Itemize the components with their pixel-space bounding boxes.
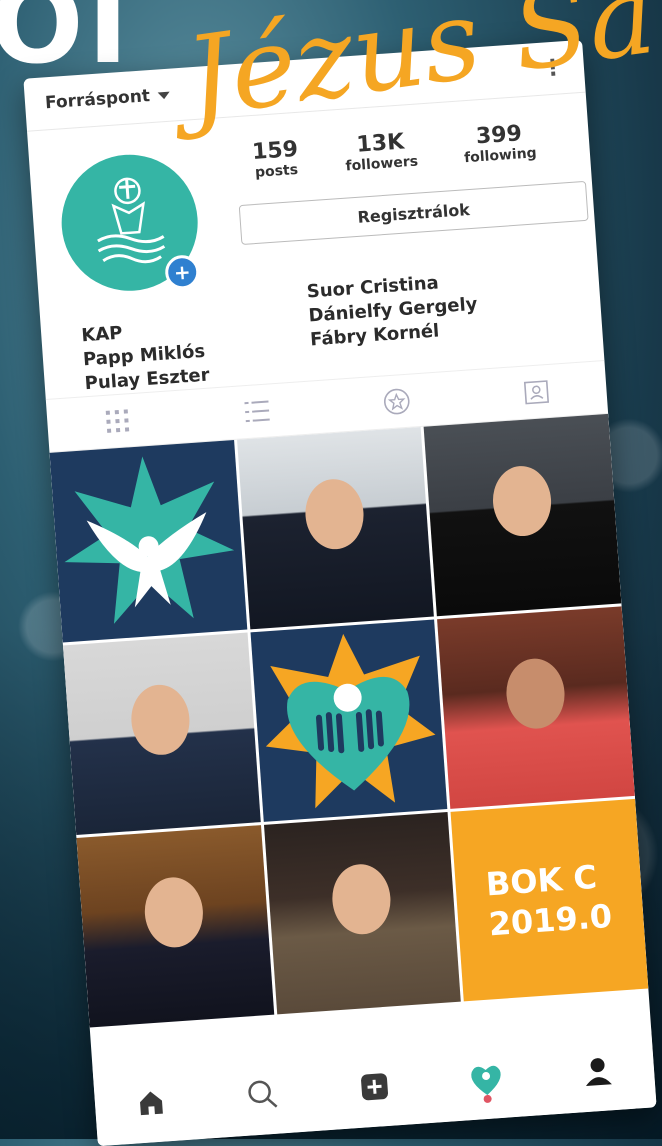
- post-photo-woman[interactable]: [437, 606, 634, 808]
- post-photo-young-man[interactable]: [264, 812, 461, 1014]
- heart-hands-icon: [250, 619, 447, 821]
- post-grid: BOK C 2019.0: [50, 414, 649, 1028]
- grid-icon[interactable]: [101, 405, 133, 437]
- person-face: [490, 464, 553, 538]
- active-indicator-dot: [483, 1095, 492, 1104]
- bio-names-right: Suor Cristina Dánielfy Gergely Fábry Kor…: [306, 269, 480, 353]
- profile-icon[interactable]: [577, 1050, 620, 1093]
- person-face: [143, 875, 206, 949]
- post-dove-image[interactable]: [50, 440, 247, 642]
- home-icon[interactable]: [130, 1081, 173, 1124]
- star-icon[interactable]: [381, 386, 413, 418]
- add-icon[interactable]: [353, 1065, 396, 1108]
- dove-icon: [50, 440, 247, 642]
- stat-posts[interactable]: 159 posts: [251, 137, 300, 181]
- post-photo-clergy[interactable]: [76, 825, 273, 1027]
- post-photo-man[interactable]: [63, 633, 260, 835]
- heart-logo-icon[interactable]: [465, 1058, 508, 1101]
- account-name: Forráspont: [44, 86, 150, 113]
- stat-following[interactable]: 399 following: [462, 120, 537, 166]
- post-promo-tile[interactable]: BOK C 2019.0: [451, 799, 648, 1001]
- person-face: [129, 682, 192, 756]
- post-photo-priest[interactable]: [424, 414, 621, 616]
- post-heart-image[interactable]: [250, 619, 447, 821]
- post-photo-nun[interactable]: [237, 427, 434, 629]
- tagged-icon[interactable]: [520, 376, 552, 408]
- add-story-icon[interactable]: +: [164, 254, 200, 290]
- kap-logo-icon: [81, 170, 178, 276]
- stat-posts-label: posts: [253, 162, 300, 181]
- stat-followers[interactable]: 13K followers: [343, 129, 418, 175]
- list-icon[interactable]: [241, 395, 273, 427]
- stat-posts-value: 159: [251, 137, 299, 165]
- account-switcher[interactable]: Forráspont: [44, 85, 170, 114]
- phone-mockup: Forráspont ⋮ + 159 posts 13K: [23, 40, 656, 1146]
- person-face: [303, 477, 366, 551]
- person-face: [330, 862, 393, 936]
- person-face: [504, 656, 567, 730]
- bio-names-left: KAP Papp Miklós Pulay Eszter: [81, 316, 211, 397]
- search-icon[interactable]: [241, 1073, 284, 1116]
- profile-header: + 159 posts 13K followers 399 following …: [27, 93, 604, 399]
- register-button[interactable]: Regisztrálok: [239, 181, 589, 245]
- chevron-down-icon: [158, 91, 170, 99]
